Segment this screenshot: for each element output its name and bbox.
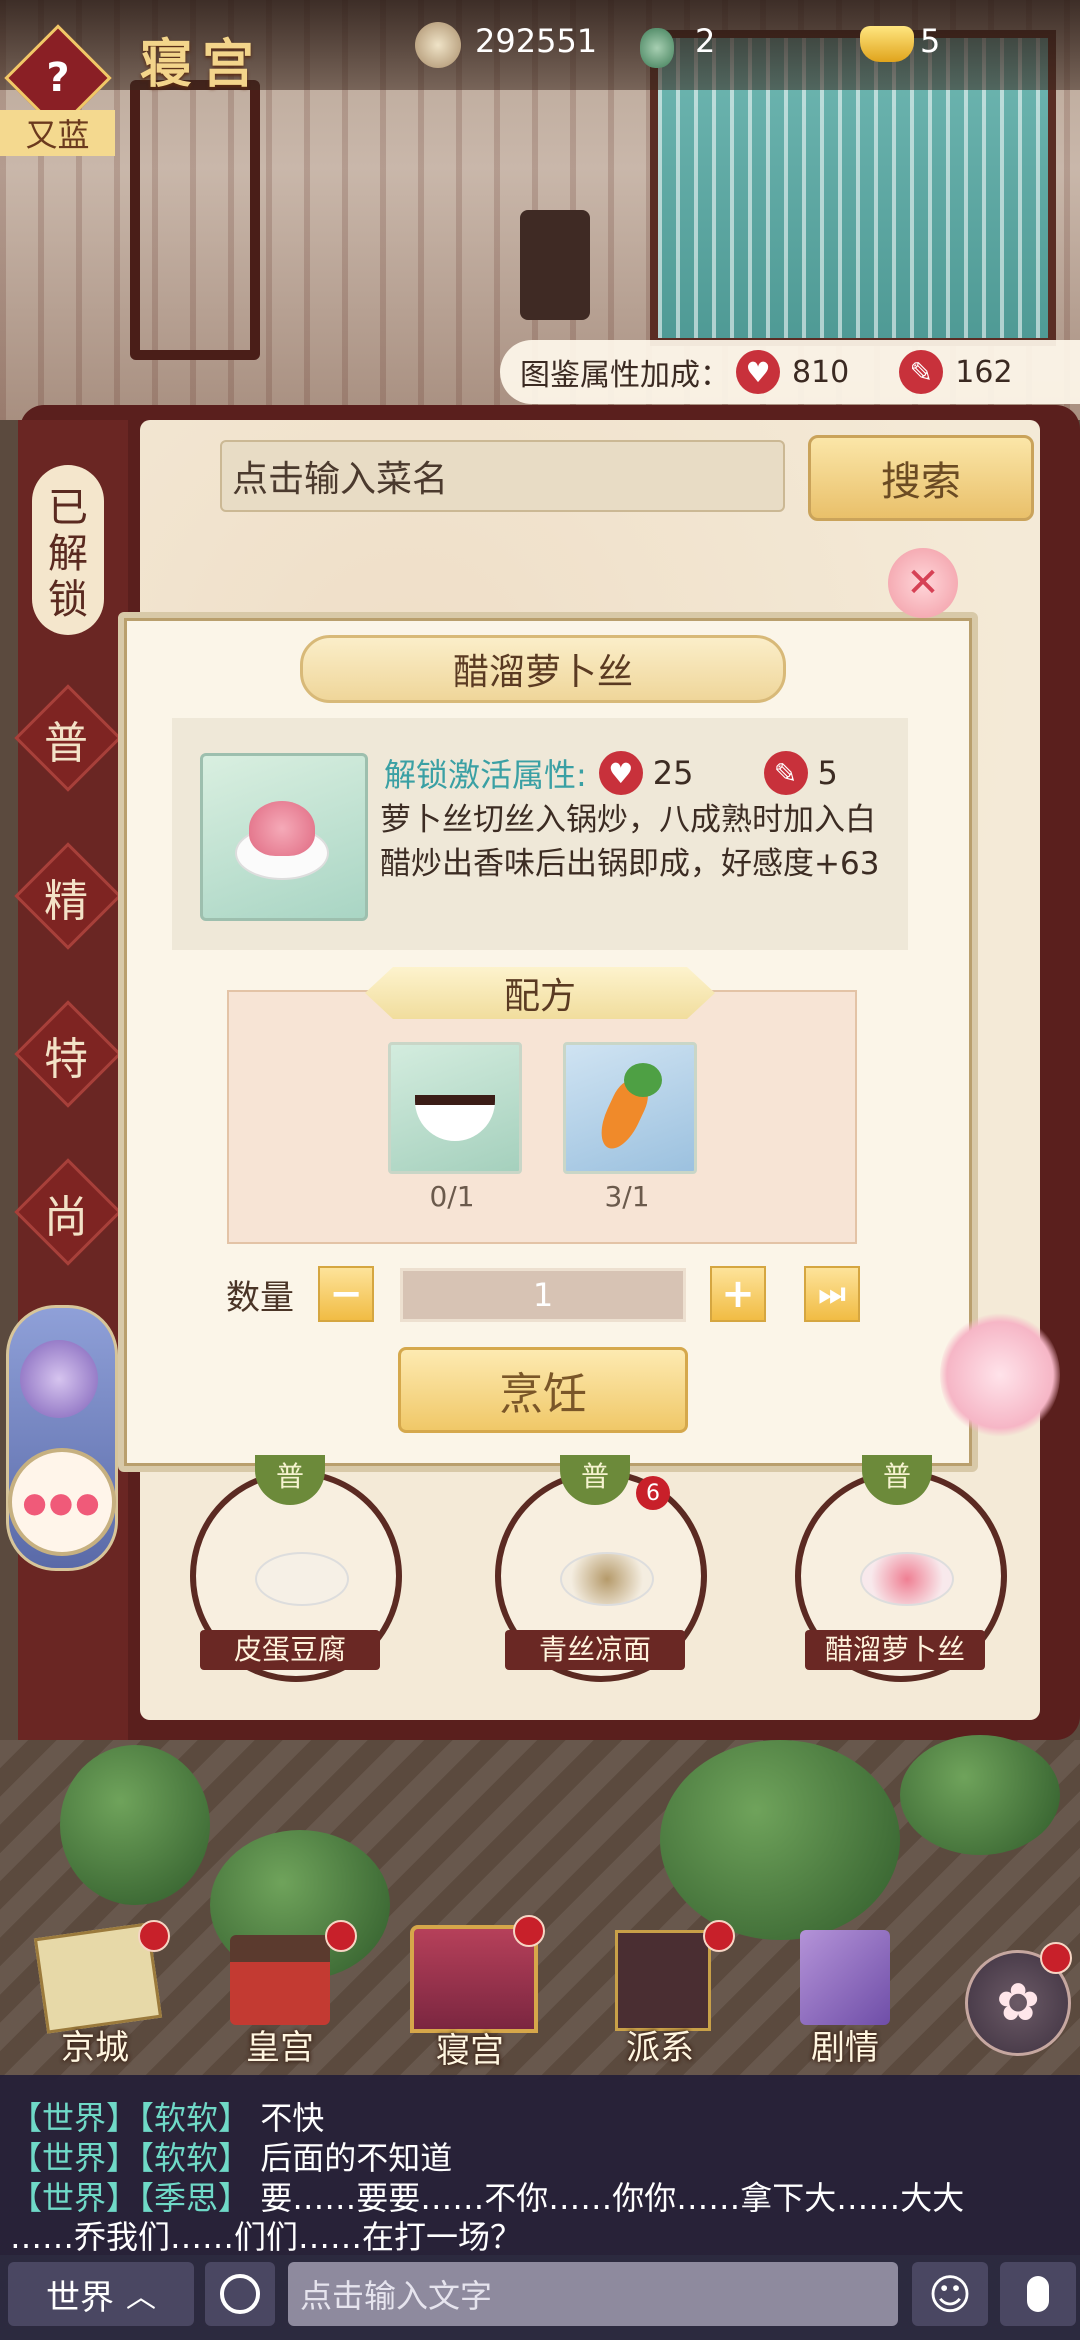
gold-ingot-icon [860, 26, 914, 62]
channel-label: 世界 [46, 2277, 114, 2318]
unlock-heart-value: 25 [652, 754, 694, 792]
nav-label-faction: 派系 [626, 2028, 694, 2068]
history-clock-icon [220, 2274, 260, 2314]
smiley-icon: ☺ [928, 2269, 972, 2319]
nav-palace[interactable]: 皇宫 [205, 1920, 357, 2070]
count-badge: 6 [636, 1476, 670, 1510]
search-button[interactable]: 搜索 [808, 435, 1034, 521]
pidan-tofu-icon [255, 1552, 349, 1606]
carrot-shreds-icon [249, 801, 315, 856]
page-title: 寝宫 [140, 34, 265, 95]
notification-dot [1040, 1942, 1072, 1974]
story-book-icon [800, 1930, 890, 2025]
blossom-icon: ✿ [996, 1973, 1040, 2033]
resident-name-tag[interactable]: 又蓝 [0, 110, 115, 156]
tree-decoration [60, 1745, 210, 1905]
tab-unlocked[interactable]: 已解锁 [32, 465, 104, 635]
quantity-label: 数量 [226, 1278, 294, 1318]
chat-channel-button[interactable]: 世界 ︿ [8, 2262, 194, 2326]
bonus-heart-value: 810 [792, 354, 850, 390]
ingredient-carrot[interactable] [563, 1042, 697, 1174]
vinegar-bowl-icon [415, 1095, 495, 1141]
chat-line-continuation: ……乔我们……们们……在打一场？ [10, 2218, 523, 2256]
quantity-minus-button[interactable]: − [318, 1266, 374, 1322]
unlock-attributes-row: 解锁激活属性: ♥ 25 ✎ 5 [384, 750, 838, 796]
ingredient-vinegar-count: 0/1 [429, 1180, 475, 1213]
dish-search-input[interactable]: 点击输入菜名 [220, 440, 785, 512]
blossom-decoration [940, 1310, 1060, 1440]
nav-faction[interactable]: 派系 [585, 1920, 735, 2070]
gift-icon [20, 1340, 98, 1418]
ingredient-carrot-count: 3/1 [604, 1180, 650, 1213]
tree-decoration [900, 1735, 1060, 1855]
nav-story[interactable]: 剧情 [770, 1920, 920, 2070]
dish-description-line2: 醋炒出香味后出锅即成，好感度+63 [380, 846, 880, 882]
chevron-up-icon: ︿ [126, 2280, 156, 2315]
collection-bonus-bar: 图鉴属性加成： ♥ 810 ✎ 162 [500, 340, 1080, 404]
chair-decoration [130, 80, 260, 360]
phoenix-banner-icon [615, 1930, 711, 2031]
coin-count: 292551 [475, 22, 598, 60]
recipe-box [227, 990, 857, 1244]
quantity-plus-button[interactable]: + [710, 1266, 766, 1322]
dish-label-qingsi-noodles: 青丝凉面 [505, 1630, 685, 1670]
gold-count: 5 [920, 22, 941, 60]
chat-bubble-icon: ●●● [22, 1485, 102, 1519]
microphone-icon [1027, 2276, 1049, 2312]
coin-icon [415, 22, 461, 68]
bonsai-decoration [520, 210, 590, 320]
question-icon: ? [46, 55, 70, 101]
bonus-brush-value: 162 [955, 354, 1013, 390]
cook-button[interactable]: 烹饪 [398, 1347, 688, 1433]
heart-icon: ♥ [598, 751, 643, 795]
carrot-shreds-dish-icon [860, 1552, 954, 1606]
close-icon: ✕ [906, 560, 940, 606]
notification-dot [703, 1920, 735, 1952]
dish-description-line1: 萝卜丝切丝入锅炒，八成熟时加入白 [380, 802, 876, 838]
nav-label-capital: 京城 [61, 2028, 129, 2068]
quantity-max-button[interactable]: ⏭ [804, 1266, 860, 1322]
bonus-label: 图鉴属性加成： [520, 358, 730, 393]
tab-premium-label: 尚 [44, 1192, 88, 1243]
chat-text-input[interactable]: 点击输入文字 [288, 2262, 898, 2326]
recipe-title: 配方 [365, 967, 715, 1019]
palace-icon [230, 1935, 330, 2025]
nav-label-bedchamber: 寝宫 [436, 2031, 504, 2071]
dish-label-pidan-tofu: 皮蛋豆腐 [200, 1630, 380, 1670]
brush-icon: ✎ [899, 350, 944, 394]
unlock-label: 解锁激活属性: [384, 756, 587, 794]
tab-common-label: 普 [44, 718, 88, 769]
jade-count: 2 [695, 22, 716, 60]
nav-bedchamber[interactable]: 寝宫 [395, 1915, 545, 2071]
history-button[interactable] [205, 2262, 275, 2326]
close-button[interactable]: ✕ [888, 548, 958, 618]
notification-dot [513, 1915, 545, 1947]
nav-label-story: 剧情 [811, 2028, 879, 2068]
tab-special-label: 特 [44, 1034, 88, 1085]
modal-title: 醋溜萝卜丝 [300, 635, 786, 703]
chat-bubble-button[interactable]: ●●● [8, 1448, 116, 1556]
dish-thumbnail [200, 753, 368, 921]
ingredient-vinegar[interactable] [388, 1042, 522, 1174]
noodles-icon [560, 1552, 654, 1606]
dish-label-carrot-shreds: 醋溜萝卜丝 [805, 1630, 985, 1670]
notification-dot [138, 1920, 170, 1952]
voice-button[interactable] [1000, 2262, 1076, 2326]
notification-dot [325, 1920, 357, 1952]
jade-icon [640, 28, 674, 68]
nav-capital[interactable]: 京城 [20, 1920, 170, 2070]
emoji-button[interactable]: ☺ [912, 2262, 988, 2326]
tree-decoration [660, 1740, 900, 1940]
nav-label-palace: 皇宫 [246, 2028, 314, 2068]
quantity-value[interactable]: 1 [400, 1268, 686, 1322]
brush-icon: ✎ [763, 751, 808, 795]
unlock-brush-value: 5 [817, 754, 838, 792]
tab-fine-label: 精 [44, 876, 88, 927]
heart-icon: ♥ [736, 350, 780, 394]
